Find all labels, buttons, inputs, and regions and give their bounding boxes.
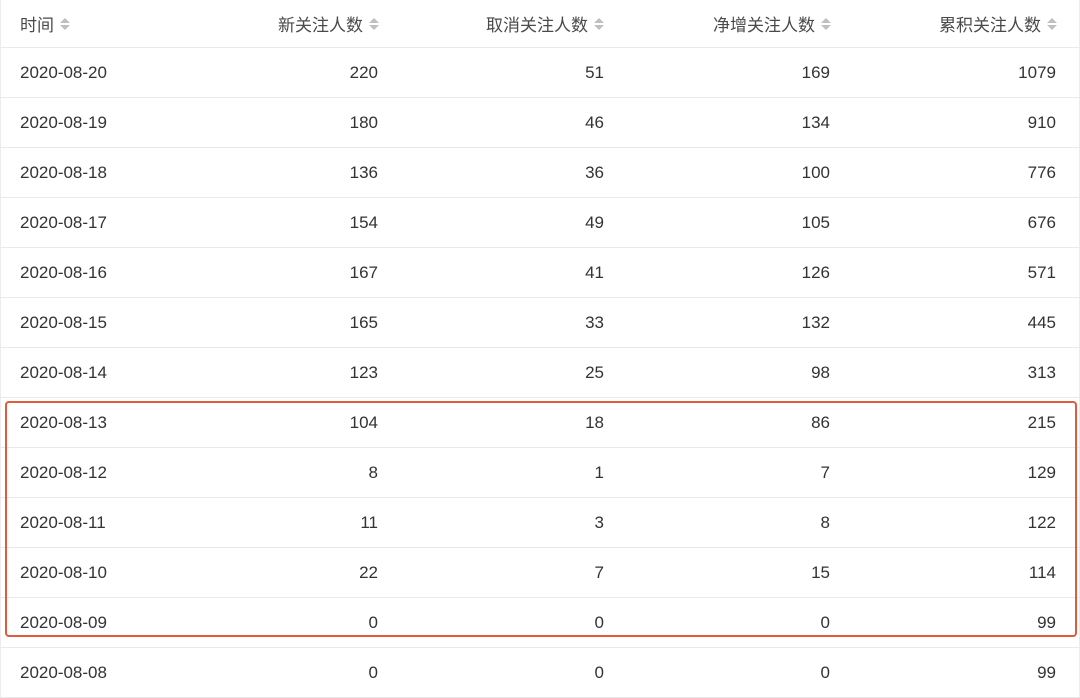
sort-caret-icon[interactable] bbox=[594, 17, 604, 30]
cell-total-followers: 215 bbox=[1027, 412, 1056, 432]
table-row: 2020-08-09 0 0 0 99 bbox=[0, 598, 1080, 648]
table-body: 2020-08-20 220 51 169 1079 2020-08-19 18… bbox=[0, 48, 1080, 698]
table-row: 2020-08-17 154 49 105 676 bbox=[0, 198, 1080, 248]
cell-unfollows: 1 bbox=[594, 462, 604, 482]
cell-unfollows: 0 bbox=[594, 662, 604, 682]
cell-date: 2020-08-09 bbox=[20, 612, 107, 632]
cell-total-followers: 122 bbox=[1027, 512, 1056, 532]
cell-unfollows: 41 bbox=[585, 262, 604, 282]
cell-date: 2020-08-10 bbox=[20, 562, 107, 582]
table-row: 2020-08-16 167 41 126 571 bbox=[0, 248, 1080, 298]
cell-total-followers: 129 bbox=[1027, 462, 1056, 482]
cell-total-followers: 99 bbox=[1037, 612, 1056, 632]
table-row: 2020-08-15 165 33 132 445 bbox=[0, 298, 1080, 348]
cell-date: 2020-08-11 bbox=[20, 512, 106, 532]
cell-new-followers: 104 bbox=[349, 412, 378, 432]
cell-total-followers: 313 bbox=[1027, 362, 1056, 382]
cell-unfollows: 36 bbox=[585, 162, 604, 182]
cell-unfollows: 18 bbox=[585, 412, 604, 432]
cell-net-followers: 7 bbox=[820, 462, 830, 482]
table-row: 2020-08-13 104 18 86 215 bbox=[0, 398, 1080, 448]
cell-total-followers: 445 bbox=[1027, 312, 1056, 332]
table-row: 2020-08-12 8 1 7 129 bbox=[0, 448, 1080, 498]
cell-unfollows: 25 bbox=[585, 362, 604, 382]
table-row: 2020-08-10 22 7 15 114 bbox=[0, 548, 1080, 598]
cell-net-followers: 126 bbox=[801, 262, 830, 282]
cell-new-followers: 11 bbox=[360, 512, 378, 532]
column-header-label: 取消关注人数 bbox=[486, 16, 588, 35]
column-header-unfollows[interactable]: 取消关注人数 bbox=[486, 0, 604, 47]
column-header-net-followers[interactable]: 净增关注人数 bbox=[713, 0, 831, 47]
cell-net-followers: 15 bbox=[811, 562, 830, 582]
cell-date: 2020-08-14 bbox=[20, 362, 107, 382]
column-header-new-followers[interactable]: 新关注人数 bbox=[278, 0, 379, 47]
cell-total-followers: 910 bbox=[1027, 112, 1056, 132]
cell-new-followers: 8 bbox=[368, 462, 378, 482]
cell-unfollows: 46 bbox=[585, 112, 604, 132]
cell-new-followers: 167 bbox=[349, 262, 378, 282]
table-row: 2020-08-08 0 0 0 99 bbox=[0, 648, 1080, 698]
sort-caret-icon[interactable] bbox=[821, 17, 831, 30]
cell-net-followers: 0 bbox=[820, 612, 830, 632]
table-row: 2020-08-19 180 46 134 910 bbox=[0, 98, 1080, 148]
column-header-total-followers[interactable]: 累积关注人数 bbox=[939, 0, 1057, 47]
cell-total-followers: 776 bbox=[1027, 162, 1056, 182]
cell-net-followers: 98 bbox=[811, 362, 830, 382]
cell-net-followers: 132 bbox=[801, 312, 830, 332]
cell-new-followers: 136 bbox=[349, 162, 378, 182]
table-row: 2020-08-20 220 51 169 1079 bbox=[0, 48, 1080, 98]
column-header-label: 净增关注人数 bbox=[713, 16, 815, 35]
table-row: 2020-08-11 11 3 8 122 bbox=[0, 498, 1080, 548]
cell-net-followers: 105 bbox=[801, 212, 830, 232]
column-header-date[interactable]: 时间 bbox=[20, 0, 70, 47]
cell-new-followers: 22 bbox=[359, 562, 378, 582]
cell-new-followers: 123 bbox=[349, 362, 378, 382]
cell-date: 2020-08-18 bbox=[20, 162, 107, 182]
cell-net-followers: 86 bbox=[811, 412, 830, 432]
cell-total-followers: 114 bbox=[1028, 562, 1056, 582]
cell-new-followers: 165 bbox=[349, 312, 378, 332]
cell-new-followers: 220 bbox=[349, 62, 378, 82]
table-row: 2020-08-14 123 25 98 313 bbox=[0, 348, 1080, 398]
table-row: 2020-08-18 136 36 100 776 bbox=[0, 148, 1080, 198]
cell-date: 2020-08-16 bbox=[20, 262, 107, 282]
table-header-row: 时间 新关注人数 取消关注人数 净增关注人数 累积关注人数 bbox=[0, 0, 1080, 48]
cell-net-followers: 169 bbox=[801, 62, 830, 82]
column-header-label: 累积关注人数 bbox=[939, 16, 1041, 35]
cell-unfollows: 51 bbox=[585, 62, 604, 82]
cell-new-followers: 154 bbox=[349, 212, 378, 232]
cell-new-followers: 180 bbox=[349, 112, 378, 132]
cell-total-followers: 676 bbox=[1027, 212, 1056, 232]
cell-unfollows: 33 bbox=[585, 312, 604, 332]
cell-total-followers: 571 bbox=[1027, 262, 1056, 282]
cell-date: 2020-08-12 bbox=[20, 462, 107, 482]
sort-caret-icon[interactable] bbox=[369, 17, 379, 30]
cell-total-followers: 99 bbox=[1037, 662, 1056, 682]
cell-net-followers: 0 bbox=[820, 662, 830, 682]
cell-unfollows: 0 bbox=[594, 612, 604, 632]
sort-caret-icon[interactable] bbox=[1047, 17, 1057, 30]
cell-unfollows: 3 bbox=[594, 512, 604, 532]
cell-date: 2020-08-20 bbox=[20, 62, 107, 82]
cell-date: 2020-08-19 bbox=[20, 112, 107, 132]
followers-table: 时间 新关注人数 取消关注人数 净增关注人数 累积关注人数 2020-08-20… bbox=[0, 0, 1080, 698]
cell-net-followers: 134 bbox=[801, 112, 830, 132]
cell-date: 2020-08-08 bbox=[20, 662, 107, 682]
column-header-label: 新关注人数 bbox=[278, 16, 363, 35]
cell-date: 2020-08-17 bbox=[20, 212, 107, 232]
cell-unfollows: 49 bbox=[585, 212, 604, 232]
sort-caret-icon[interactable] bbox=[60, 17, 70, 30]
cell-net-followers: 100 bbox=[801, 162, 830, 182]
cell-new-followers: 0 bbox=[368, 612, 378, 632]
cell-unfollows: 7 bbox=[594, 562, 604, 582]
cell-net-followers: 8 bbox=[820, 512, 830, 532]
column-header-label: 时间 bbox=[20, 16, 54, 35]
cell-date: 2020-08-13 bbox=[20, 412, 107, 432]
cell-total-followers: 1079 bbox=[1018, 62, 1056, 82]
cell-new-followers: 0 bbox=[368, 662, 378, 682]
cell-date: 2020-08-15 bbox=[20, 312, 107, 332]
